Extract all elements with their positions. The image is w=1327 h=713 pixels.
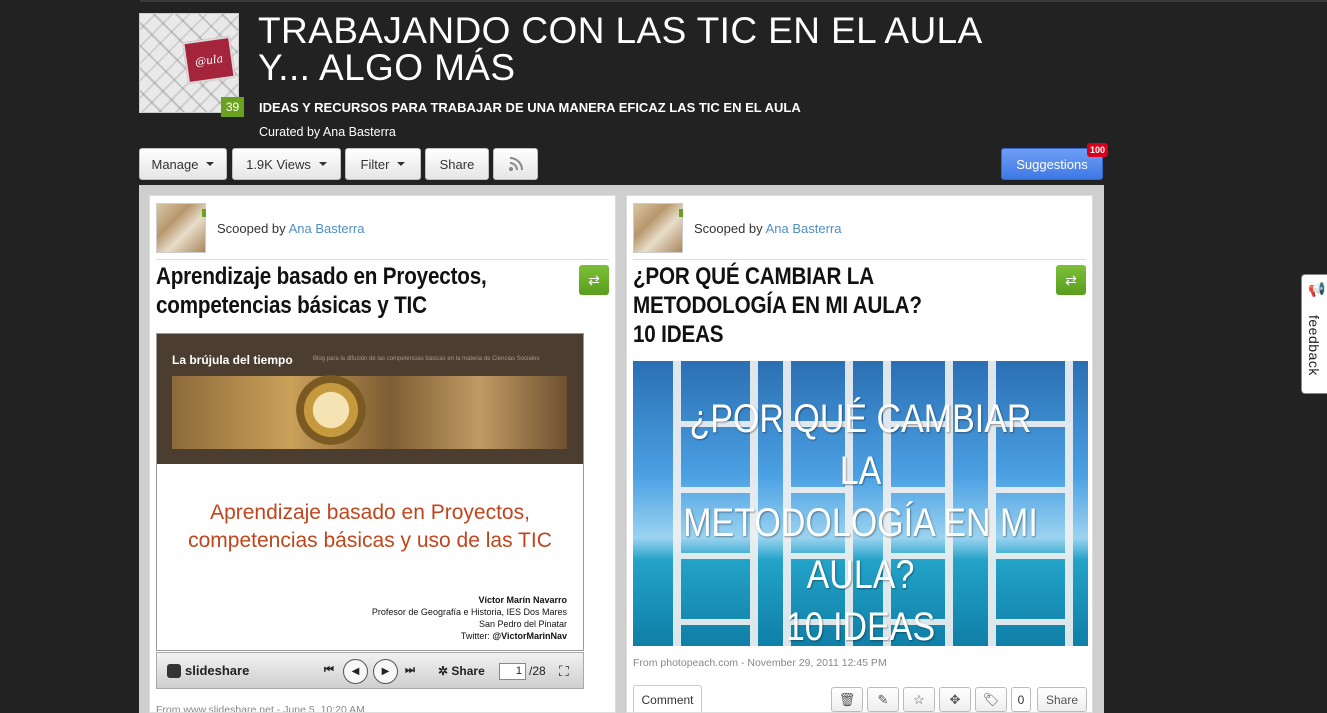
rescoop-button[interactable]: ⇄: [1056, 265, 1086, 295]
blog-description: Blog para la difusión de las competencia…: [313, 356, 540, 362]
page-total: /28: [529, 664, 546, 678]
next-slide-button[interactable]: ▶: [373, 659, 398, 684]
avatar[interactable]: [156, 203, 206, 253]
image-text-line-1: ¿POR QUÉ CAMBIAR LA: [689, 397, 1032, 493]
edit-button[interactable]: ✎: [867, 687, 899, 712]
rescoop-icon: ⇄: [1065, 271, 1077, 288]
manage-label: Manage: [151, 156, 199, 172]
page-title-line-2: Y... ALGO MÁS: [258, 47, 516, 88]
megaphone-icon: 📢: [1308, 281, 1326, 297]
post-source: From www.slideshare.net - June 5, 10:20 …: [156, 704, 365, 713]
star-icon: ☆: [913, 691, 925, 707]
compass-image: [172, 370, 567, 450]
slide-author-name: Víctor Marín Navarro: [478, 595, 567, 605]
rescoop-button[interactable]: ⇄: [579, 265, 609, 295]
scooped-by: Scooped by Ana Basterra: [217, 221, 364, 236]
caret-down-icon: [318, 162, 327, 166]
divider: [633, 259, 1086, 260]
slide-header: La brújula del tiempo Blog para la difus…: [157, 334, 583, 464]
post-source: From photopeach.com - November 29, 2011 …: [633, 657, 887, 669]
rescoop-icon: ⇄: [588, 271, 600, 288]
post-share-button[interactable]: Share: [1037, 687, 1087, 712]
blog-name: La brújula del tiempo: [172, 353, 293, 367]
slideshare-share-button[interactable]: ✲ Share: [438, 664, 485, 678]
scooped-prefix: Scooped by: [217, 221, 286, 236]
tag-count: 0: [1011, 687, 1031, 712]
avatar[interactable]: [633, 203, 683, 253]
tag-button[interactable]: 🏷: [975, 687, 1007, 712]
comment-button[interactable]: Comment: [633, 685, 702, 712]
feedback-tab[interactable]: 📢 feedback: [1301, 274, 1327, 394]
tag-icon: 🏷: [982, 691, 1000, 707]
divider: [156, 259, 609, 260]
scooped-by: Scooped by Ana Basterra: [694, 221, 841, 236]
suggestions-count-badge: 100: [1087, 143, 1109, 157]
page-title-line-1: TRABAJANDO CON LAS TIC EN EL AULA: [258, 10, 983, 51]
filter-label: Filter: [360, 156, 390, 172]
author-link[interactable]: Ana Basterra: [766, 221, 842, 236]
post-title[interactable]: ¿POR QUÉ CAMBIAR LA METODOLOGÍA EN MI AU…: [633, 262, 943, 349]
first-slide-icon[interactable]: ⏮: [324, 664, 334, 677]
filter-button[interactable]: Filter: [345, 148, 421, 180]
slideshare-logo[interactable]: slideshare: [167, 663, 249, 678]
top-border: [140, 0, 1327, 2]
page-title[interactable]: TRABAJANDO CON LAS TIC EN EL AULA Y... A…: [258, 12, 1078, 86]
logo-key: @ula: [182, 35, 236, 85]
rss-button[interactable]: [493, 148, 538, 180]
page-number-input[interactable]: 1: [499, 663, 526, 680]
slideshare-player-bar: slideshare ⏮ ◀ ▶ ⏭ ✲ Share 1 /28 ⛶: [156, 652, 584, 689]
caret-down-icon: [206, 162, 215, 166]
move-button[interactable]: ✥: [939, 687, 971, 712]
next-icon: ▶: [381, 666, 390, 677]
rss-icon: [508, 157, 523, 171]
logo-count-badge: 39: [221, 97, 244, 117]
slideshare-icon: [167, 663, 181, 678]
image-text-line-2: METODOLOGÍA EN MI: [683, 501, 1038, 545]
slideshare-share-label: Share: [451, 664, 485, 678]
delete-button[interactable]: 🗑: [831, 687, 863, 712]
feedback-label: feedback: [1306, 315, 1322, 376]
manage-button[interactable]: Manage: [139, 148, 227, 180]
author-link[interactable]: Ana Basterra: [289, 221, 365, 236]
slide-title: Aprendizaje basado en Proyectos, compete…: [188, 501, 552, 552]
slide-author: Víctor Marín Navarro Profesor de Geograf…: [372, 594, 567, 642]
favorite-button[interactable]: ☆: [903, 687, 935, 712]
post-image-text: ¿POR QUÉ CAMBIAR LA METODOLOGÍA EN MI AU…: [667, 393, 1054, 646]
views-button[interactable]: 1.9K Views: [232, 148, 341, 180]
post-image[interactable]: ¿POR QUÉ CAMBIAR LA METODOLOGÍA EN MI AU…: [633, 361, 1088, 646]
slideshare-brand: slideshare: [185, 663, 250, 678]
slide-author-line3: San Pedro del Pinatar: [478, 619, 567, 629]
move-icon: ✥: [949, 691, 961, 707]
share-label: Share: [439, 156, 475, 172]
caret-down-icon: [397, 162, 406, 166]
compass-dial: [287, 370, 375, 450]
image-text-line-3: AULA?: [806, 553, 915, 597]
share-button[interactable]: Share: [425, 148, 489, 180]
post-card: Scooped by Ana Basterra ¿POR QUÉ CAMBIAR…: [626, 195, 1093, 713]
twitter-handle: @VictorMarinNav: [492, 631, 567, 641]
slideshare-embed[interactable]: La brújula del tiempo Blog para la difus…: [156, 333, 584, 651]
post-title[interactable]: Aprendizaje basado en Proyectos, compete…: [156, 262, 500, 320]
scooped-prefix: Scooped by: [694, 221, 763, 236]
pencil-icon: ✎: [877, 691, 889, 707]
slide-author-line2: Profesor de Geografía e Historia, IES Do…: [371, 607, 567, 617]
prev-slide-button[interactable]: ◀: [343, 659, 368, 684]
avatar-marker: [679, 209, 683, 217]
prev-icon: ◀: [351, 666, 360, 677]
last-slide-icon[interactable]: ⏭: [405, 664, 415, 677]
post-card: Scooped by Ana Basterra Aprendizaje basa…: [149, 195, 616, 713]
fullscreen-icon[interactable]: ⛶: [559, 663, 569, 680]
twitter-prefix: Twitter:: [460, 631, 493, 641]
slide-author-twitter: Twitter: @VictorMarinNav: [372, 630, 567, 642]
avatar-marker: [202, 209, 206, 217]
logo-key-text: @ula: [194, 51, 224, 69]
page-subtitle: IDEAS Y RECURSOS PARA TRABAJAR DE UNA MA…: [259, 100, 801, 115]
trash-icon: 🗑: [838, 691, 856, 707]
image-text-line-4: 10 IDEAS: [785, 605, 936, 646]
curated-by: Curated by Ana Basterra: [259, 125, 396, 139]
views-label: 1.9K Views: [246, 156, 311, 172]
